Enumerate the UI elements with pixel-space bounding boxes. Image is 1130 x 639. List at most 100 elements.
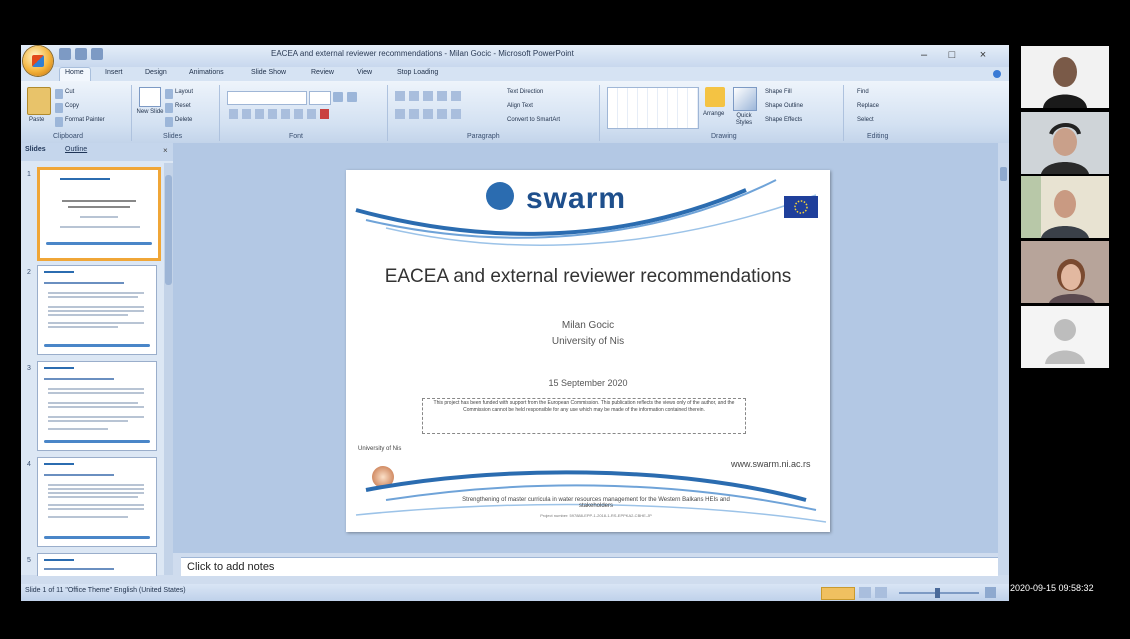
save-icon[interactable]: [59, 48, 71, 60]
close-panel-icon[interactable]: ×: [163, 146, 168, 155]
text-direction-button[interactable]: Text Direction: [507, 89, 543, 95]
editor-scroll-thumb[interactable]: [1000, 167, 1007, 181]
font-name-box[interactable]: [227, 91, 307, 105]
layout-icon[interactable]: [165, 89, 173, 99]
participant-video-4[interactable]: [1021, 241, 1109, 303]
tab-insert[interactable]: Insert: [105, 69, 123, 76]
group-clipboard: Clipboard: [53, 133, 83, 140]
cut-label[interactable]: Cut: [65, 89, 74, 95]
tab-view[interactable]: View: [357, 69, 372, 76]
arrange-icon[interactable]: [705, 87, 725, 107]
shape-fill-button[interactable]: Shape Fill: [765, 89, 792, 95]
participant-video-3[interactable]: [1021, 176, 1109, 238]
cut-icon[interactable]: [55, 89, 63, 99]
slides-panel: Slides Outline × 1 2 3 4 5: [21, 143, 173, 576]
slide-thumbnail-4[interactable]: [37, 457, 157, 547]
paste-label[interactable]: Paste: [29, 117, 44, 123]
new-slide-label[interactable]: New Slide: [135, 109, 165, 116]
tab-slide-show[interactable]: Slide Show: [251, 69, 286, 76]
delete-label[interactable]: Delete: [175, 117, 192, 123]
panel-scroll-thumb[interactable]: [165, 175, 172, 285]
editor-scrollbar[interactable]: [998, 143, 1009, 575]
copy-label[interactable]: Copy: [65, 103, 79, 109]
normal-view-button[interactable]: [821, 587, 855, 600]
quick-styles-label[interactable]: Quick Styles: [729, 113, 759, 127]
tab-design[interactable]: Design: [145, 69, 167, 76]
tab-review[interactable]: Review: [311, 69, 334, 76]
zoom-slider-thumb[interactable]: [935, 588, 940, 598]
office-button[interactable]: [23, 46, 53, 76]
align-left-icon[interactable]: [395, 109, 405, 119]
format-painter-icon[interactable]: [55, 117, 63, 127]
eu-stars: [794, 200, 808, 214]
columns-icon[interactable]: [451, 109, 461, 119]
change-case-icon[interactable]: [307, 109, 316, 119]
bold-icon[interactable]: [229, 109, 238, 119]
layout-label[interactable]: Layout: [175, 89, 193, 95]
close-button[interactable]: ×: [974, 47, 992, 63]
thumbnail-number: 5: [27, 557, 31, 564]
spacing-icon[interactable]: [294, 109, 303, 119]
participant-video-1[interactable]: [1021, 46, 1109, 108]
delete-icon[interactable]: [165, 117, 173, 127]
participant-placeholder-icon: [1045, 319, 1085, 364]
tab-home[interactable]: Home: [65, 69, 84, 76]
participant-avatar: [1021, 176, 1089, 238]
notes-placeholder[interactable]: Click to add notes: [187, 561, 274, 573]
undo-icon[interactable]: [75, 48, 87, 60]
slide-show-button[interactable]: [875, 587, 887, 598]
shape-effects-button[interactable]: Shape Effects: [765, 117, 802, 123]
grow-font-icon[interactable]: [333, 92, 343, 102]
paste-icon[interactable]: [27, 87, 51, 115]
tab-stop-loading[interactable]: Stop Loading: [397, 69, 438, 76]
participant-video-5[interactable]: [1021, 306, 1109, 368]
maximize-button[interactable]: □: [943, 47, 961, 63]
help-icon[interactable]: [993, 70, 1001, 78]
find-button[interactable]: Find: [857, 89, 869, 95]
shapes-gallery[interactable]: [607, 87, 699, 129]
slide-thumbnail-2[interactable]: [37, 265, 157, 355]
numbering-icon[interactable]: [409, 91, 419, 101]
align-right-icon[interactable]: [423, 109, 433, 119]
redo-icon[interactable]: [91, 48, 103, 60]
tab-animations[interactable]: Animations: [189, 69, 224, 76]
line-spacing-icon[interactable]: [451, 91, 461, 101]
replace-button[interactable]: Replace: [857, 103, 879, 109]
strikethrough-icon[interactable]: [268, 109, 277, 119]
bullets-icon[interactable]: [395, 91, 405, 101]
participant-video-2[interactable]: [1021, 112, 1109, 174]
copy-icon[interactable]: [55, 103, 63, 113]
slide-sorter-button[interactable]: [859, 587, 871, 598]
font-size-box[interactable]: [309, 91, 331, 105]
format-painter-label[interactable]: Format Painter: [65, 117, 105, 123]
align-text-button[interactable]: Align Text: [507, 103, 533, 109]
decrease-indent-icon[interactable]: [423, 91, 433, 101]
select-button[interactable]: Select: [857, 117, 874, 123]
slide-canvas[interactable]: swarm EACEA and external reviewer recomm…: [346, 170, 830, 532]
slide-thumbnail-5[interactable]: [37, 553, 157, 576]
arrange-label[interactable]: Arrange: [703, 111, 724, 117]
convert-smartart-button[interactable]: Convert to SmartArt: [507, 117, 560, 123]
new-slide-icon[interactable]: [139, 87, 161, 107]
italic-icon[interactable]: [242, 109, 251, 119]
tab-outline[interactable]: Outline: [65, 146, 87, 153]
font-color-icon[interactable]: [320, 109, 329, 119]
reset-label[interactable]: Reset: [175, 103, 191, 109]
underline-icon[interactable]: [255, 109, 264, 119]
justify-icon[interactable]: [437, 109, 447, 119]
reset-icon[interactable]: [165, 103, 173, 113]
shrink-font-icon[interactable]: [347, 92, 357, 102]
shape-outline-button[interactable]: Shape Outline: [765, 103, 803, 109]
minimize-button[interactable]: –: [915, 47, 933, 63]
fit-to-window-icon[interactable]: [985, 587, 996, 598]
disclaimer-textbox[interactable]: This project has been funded with suppor…: [422, 398, 746, 434]
notes-pane[interactable]: Click to add notes: [181, 557, 998, 576]
tab-slides[interactable]: Slides: [25, 146, 46, 153]
quick-styles-icon[interactable]: [733, 87, 757, 111]
align-center-icon[interactable]: [409, 109, 419, 119]
shadow-icon[interactable]: [281, 109, 290, 119]
slide-affiliation: University of Nis: [551, 336, 625, 347]
slide-thumbnail-1[interactable]: [37, 167, 161, 261]
increase-indent-icon[interactable]: [437, 91, 447, 101]
slide-thumbnail-3[interactable]: [37, 361, 157, 451]
